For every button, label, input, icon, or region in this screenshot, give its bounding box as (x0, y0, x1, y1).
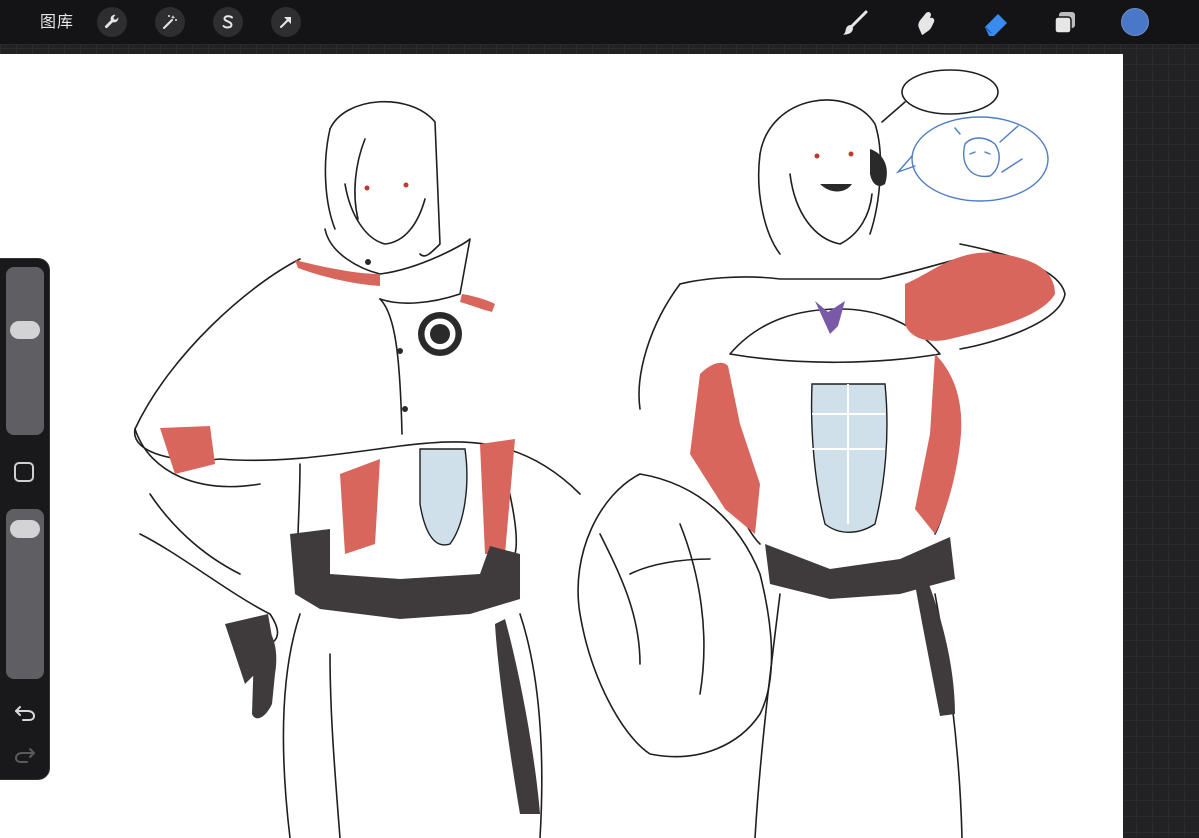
blue-sketch-bubble (895, 116, 1049, 202)
smudge-icon (918, 11, 935, 35)
eraser-icon (984, 14, 1007, 36)
redo-icon (14, 748, 35, 763)
right-character-colors (690, 149, 1055, 716)
selection-s-icon (222, 15, 233, 29)
transform-button[interactable] (271, 7, 301, 37)
undo-button[interactable] (12, 701, 38, 725)
layers-button[interactable] (1048, 6, 1082, 40)
adjustments-button[interactable] (155, 7, 185, 37)
wrench-icon (104, 14, 119, 29)
color-picker-button[interactable] (1121, 8, 1149, 36)
redo-button[interactable] (12, 743, 38, 767)
opacity-slider-thumb[interactable] (10, 520, 40, 539)
selection-button[interactable] (213, 7, 243, 37)
brush-size-slider[interactable] (6, 267, 44, 435)
brush-icon (843, 10, 868, 35)
brush-tool-button[interactable] (838, 6, 872, 40)
modify-button[interactable] (14, 462, 34, 482)
magic-wand-icon (163, 15, 177, 29)
drawing-canvas[interactable] (0, 54, 1123, 838)
brush-size-slider-thumb[interactable] (10, 320, 40, 339)
artwork-illustration (134, 69, 1066, 838)
opacity-slider[interactable] (6, 509, 44, 679)
undo-icon (15, 706, 36, 721)
side-toolbar (0, 258, 50, 780)
left-character-colors (160, 182, 540, 814)
layers-icon (1054, 12, 1075, 34)
gallery-button[interactable]: 图库 (40, 12, 74, 32)
top-toolbar: 图库 (0, 0, 1199, 45)
actions-button[interactable] (97, 7, 127, 37)
arrow-cursor-icon (280, 17, 291, 28)
eraser-tool-button[interactable] (979, 6, 1013, 40)
smudge-tool-button[interactable] (908, 6, 942, 40)
